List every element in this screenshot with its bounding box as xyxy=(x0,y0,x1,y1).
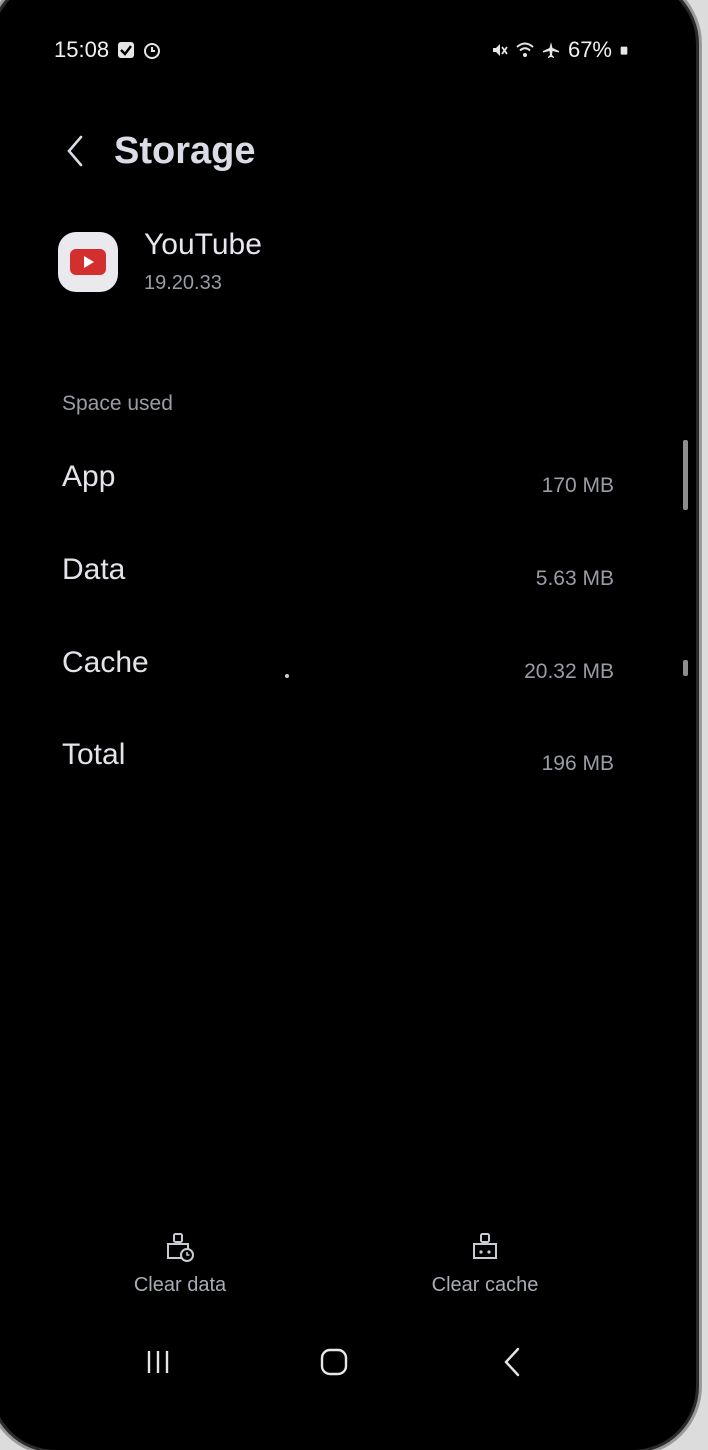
home-icon xyxy=(320,1348,348,1376)
storage-row-cache: Cache 20.32 MB xyxy=(36,638,638,700)
system-navigation-bar xyxy=(0,1340,708,1392)
screen: 15:08 67% Storage YouTube 19.20.33 Space… xyxy=(0,0,708,1425)
back-icon xyxy=(504,1347,520,1377)
row-value: 170 MB xyxy=(541,474,614,497)
navigate-up-button[interactable] xyxy=(58,120,92,182)
airplane-icon xyxy=(542,42,559,58)
storage-row-app: App 170 MB xyxy=(36,452,638,514)
storage-row-total: Total 196 MB xyxy=(36,730,638,792)
recents-icon xyxy=(147,1351,169,1373)
clear-cache-button[interactable]: Clear cache xyxy=(415,1230,555,1297)
touch-indicator xyxy=(285,674,289,678)
status-time: 15:08 xyxy=(54,37,110,62)
row-label: Cache xyxy=(62,646,149,679)
back-button[interactable] xyxy=(490,1340,534,1384)
wifi-icon xyxy=(516,42,534,57)
clear-cache-icon xyxy=(473,1233,497,1259)
clear-cache-label: Clear cache xyxy=(431,1274,539,1296)
battery-icon xyxy=(620,46,628,55)
clear-data-label: Clear data xyxy=(133,1274,227,1296)
section-label-space-used: Space used xyxy=(62,392,173,415)
app-info-header: YouTube 19.20.33 xyxy=(58,228,262,295)
row-label: App xyxy=(62,460,116,493)
row-label: Data xyxy=(62,553,126,586)
app-version: 19.20.33 xyxy=(144,272,222,294)
battery-percent: 67% xyxy=(567,37,612,62)
recents-button[interactable] xyxy=(136,1340,180,1384)
row-value: 196 MB xyxy=(541,752,614,775)
row-value: 20.32 MB xyxy=(524,660,614,683)
row-label: Total xyxy=(62,738,126,771)
mute-icon xyxy=(492,44,508,56)
row-value: 5.63 MB xyxy=(535,567,614,590)
clear-data-button[interactable]: Clear data xyxy=(110,1230,250,1297)
app-name: YouTube xyxy=(144,228,262,261)
youtube-app-icon xyxy=(58,231,118,292)
home-button[interactable] xyxy=(312,1340,356,1384)
check-box-icon xyxy=(118,42,135,58)
page-title: Storage xyxy=(114,129,256,172)
status-bar: 15:08 67% xyxy=(54,34,632,66)
alarm-icon xyxy=(144,43,161,59)
bottom-action-bar: Clear data Clear cache xyxy=(0,1230,708,1320)
clear-data-icon xyxy=(167,1233,194,1262)
back-arrow-icon xyxy=(67,135,83,167)
top-app-bar: Storage xyxy=(58,120,255,182)
storage-row-data: Data 5.63 MB xyxy=(36,545,638,607)
